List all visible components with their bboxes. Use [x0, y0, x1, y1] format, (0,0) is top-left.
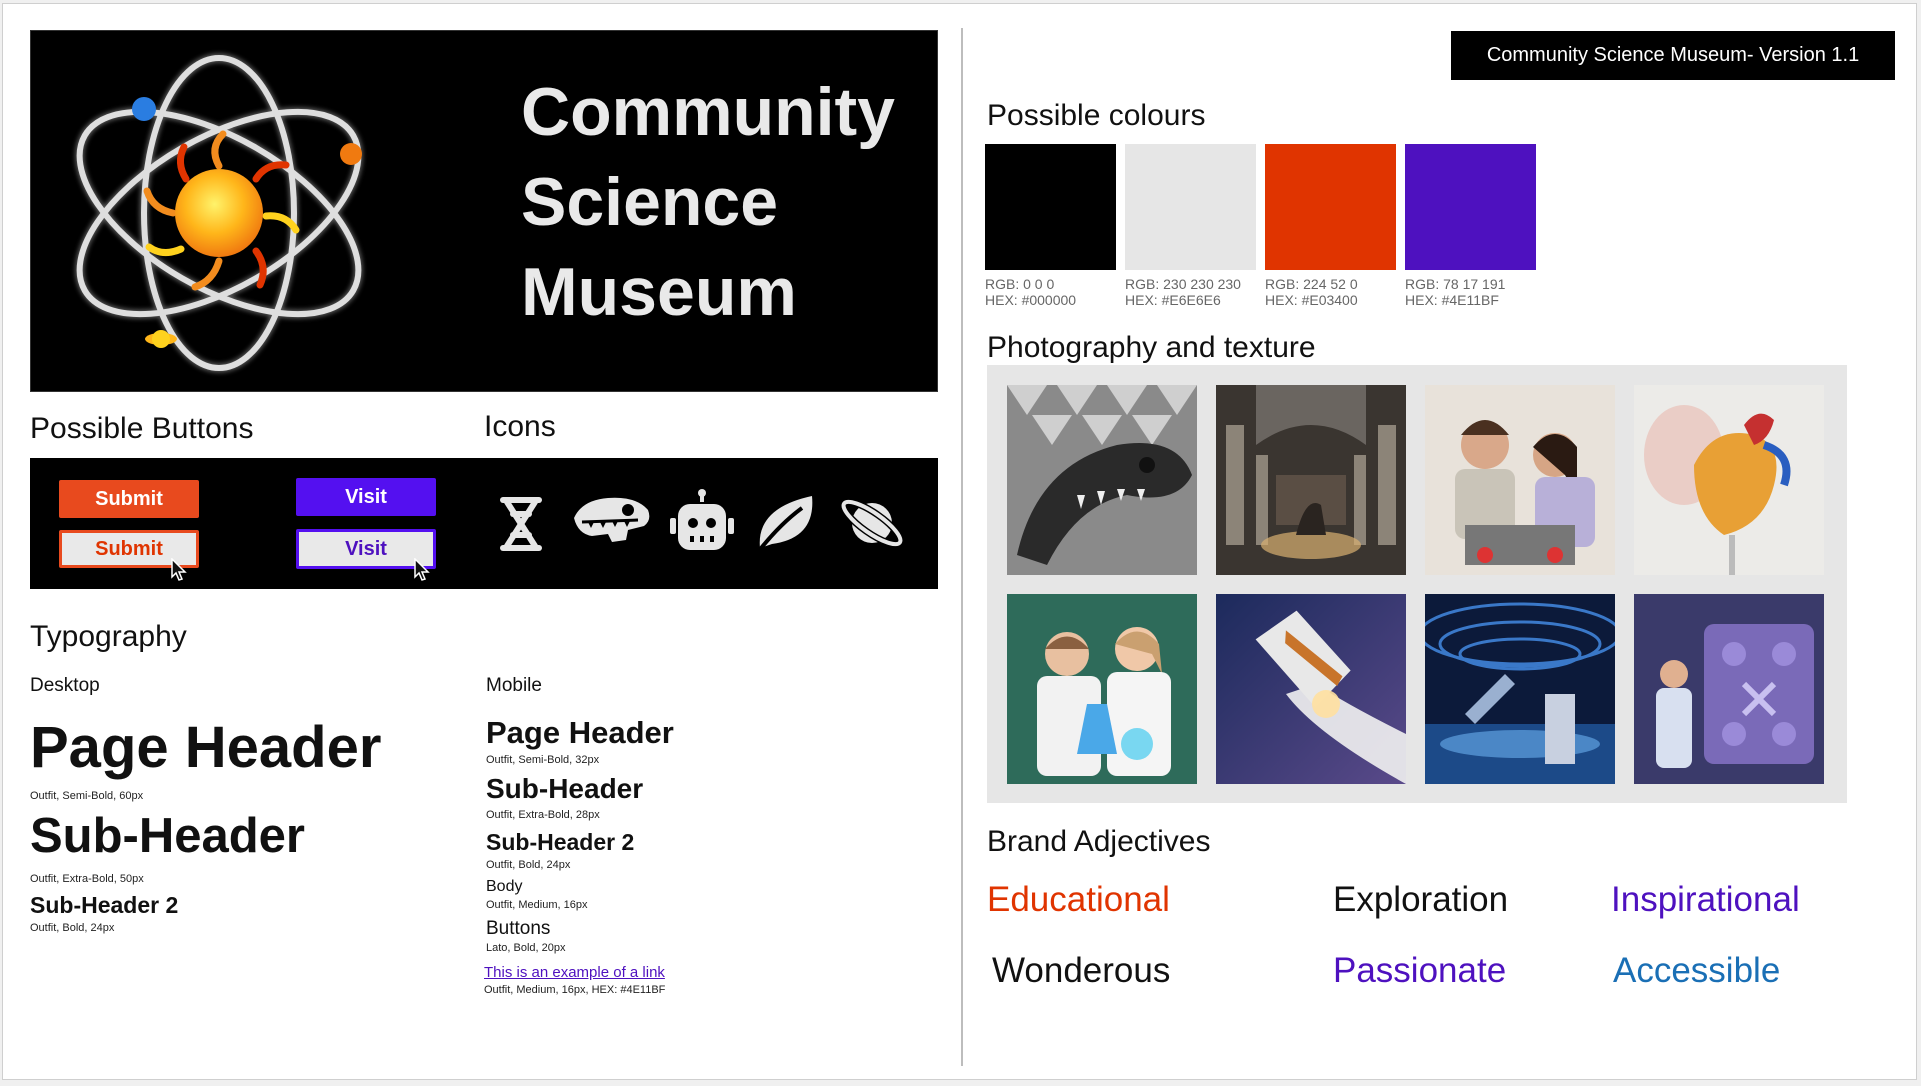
visit-button[interactable]: Visit — [296, 478, 436, 516]
adjective-word: Passionate — [1333, 951, 1507, 990]
dna-icon — [500, 497, 542, 551]
pointer-cursor-icon — [171, 558, 187, 581]
mobile-buttons-sample: Buttons — [486, 918, 551, 939]
mobile-page-header-sample: Page Header — [486, 715, 674, 750]
icons-section-title: Icons — [484, 410, 556, 443]
mobile-sub-header-2-sample: Sub-Header 2 — [486, 829, 635, 855]
photo-grid — [987, 365, 1847, 803]
heart-model-photo — [1634, 385, 1824, 575]
mobile-page-header-spec: Outfit, Semi-Bold, 32px — [486, 754, 600, 766]
adjective-word: Inspirational — [1611, 880, 1800, 919]
planet-icon — [840, 498, 904, 548]
swatch-rgb-label: RGB: 230 230 230 — [1125, 276, 1241, 292]
desktop-page-header-spec: Outfit, Semi-Bold, 60px — [30, 790, 144, 802]
mobile-sub-header-2-spec: Outfit, Bold, 24px — [486, 859, 571, 871]
logo-banner: Community Science Museum — [30, 30, 938, 392]
colour-swatch — [1405, 144, 1536, 270]
colour-swatch — [1265, 144, 1396, 270]
swatch-rgb-label: RGB: 224 52 0 — [1265, 276, 1358, 292]
submit-button[interactable]: Submit — [59, 480, 199, 518]
colour-swatch — [985, 144, 1116, 270]
colour-swatch-label: RGB: 230 230 230 HEX: #E6E6E6 — [1125, 276, 1241, 308]
mobile-link-spec: Outfit, Medium, 16px, HEX: #4E11BF — [484, 984, 666, 996]
logo-title-line: Museum — [521, 254, 797, 330]
robot-icon — [670, 489, 734, 550]
example-link[interactable]: This is an example of a link — [484, 964, 665, 981]
kids-chemistry-photo — [1007, 594, 1197, 784]
mobile-body-spec: Outfit, Medium, 16px — [486, 899, 588, 911]
colour-swatch-label: RGB: 224 52 0 HEX: #E03400 — [1265, 276, 1358, 308]
pointer-cursor-icon — [414, 558, 430, 581]
swatch-hex-label: HEX: #E6E6E6 — [1125, 292, 1221, 308]
museum-hall-photo — [1216, 385, 1406, 575]
typography-section-title: Typography — [30, 620, 187, 653]
swatch-rgb-label: RGB: 0 0 0 — [985, 276, 1055, 292]
mobile-buttons-spec: Lato, Bold, 20px — [486, 942, 566, 954]
desktop-sub-header-2-sample: Sub-Header 2 — [30, 892, 179, 918]
dinosaur-skeleton-photo — [1007, 385, 1197, 575]
swatch-rgb-label: RGB: 78 17 191 — [1405, 276, 1506, 292]
logo-title: Community Science Museum — [521, 67, 921, 337]
version-badge: Community Science Museum- Version 1.1 — [1451, 31, 1895, 80]
photo-section-title: Photography and texture — [987, 331, 1316, 364]
adjective-word: Exploration — [1333, 880, 1509, 919]
colours-section-title: Possible colours — [987, 99, 1206, 132]
buttons-section-title: Possible Buttons — [30, 412, 254, 445]
colour-swatch-label: RGB: 78 17 191 HEX: #4E11BF — [1405, 276, 1505, 308]
mobile-label: Mobile — [486, 675, 542, 696]
brand-guide-slide: Community Science Museum Possible Button… — [2, 3, 1917, 1080]
dinosaur-skull-icon — [574, 497, 650, 542]
space-shuttle-photo — [1216, 594, 1406, 784]
colour-swatch — [1125, 144, 1256, 270]
swatch-hex-label: HEX: #E03400 — [1265, 292, 1358, 308]
planetarium-exhibit-photo — [1425, 594, 1615, 784]
desktop-label: Desktop — [30, 675, 100, 696]
column-divider — [961, 28, 963, 1066]
logo-title-line: Community — [521, 74, 895, 150]
leaf-icon — [756, 496, 813, 554]
adjective-word: Wonderous — [992, 951, 1171, 990]
mobile-sub-header-sample: Sub-Header — [486, 773, 644, 804]
colour-swatch-label: RGB: 0 0 0 HEX: #000000 — [985, 276, 1076, 308]
adjective-word: Educational — [987, 880, 1170, 919]
desktop-sub-header-spec: Outfit, Extra-Bold, 50px — [30, 873, 144, 885]
mobile-body-sample: Body — [486, 878, 523, 895]
mobile-sub-header-spec: Outfit, Extra-Bold, 28px — [486, 809, 600, 821]
adjectives-section-title: Brand Adjectives — [987, 825, 1211, 858]
atom-sun-logo-icon — [75, 53, 363, 373]
logo-title-line: Science — [521, 164, 779, 240]
swatch-hex-label: HEX: #4E11BF — [1405, 292, 1499, 308]
desktop-page-header-sample: Page Header — [30, 715, 382, 780]
buttons-panel: Submit Submit Visit Visit — [30, 458, 938, 589]
swatch-hex-label: HEX: #000000 — [985, 292, 1077, 308]
kids-robotics-photo — [1425, 385, 1615, 575]
adjective-word: Accessible — [1613, 951, 1781, 990]
lab-machine-photo — [1634, 594, 1824, 784]
desktop-sub-header-sample: Sub-Header — [30, 809, 306, 863]
desktop-sub-header-2-spec: Outfit, Bold, 24px — [30, 922, 115, 934]
